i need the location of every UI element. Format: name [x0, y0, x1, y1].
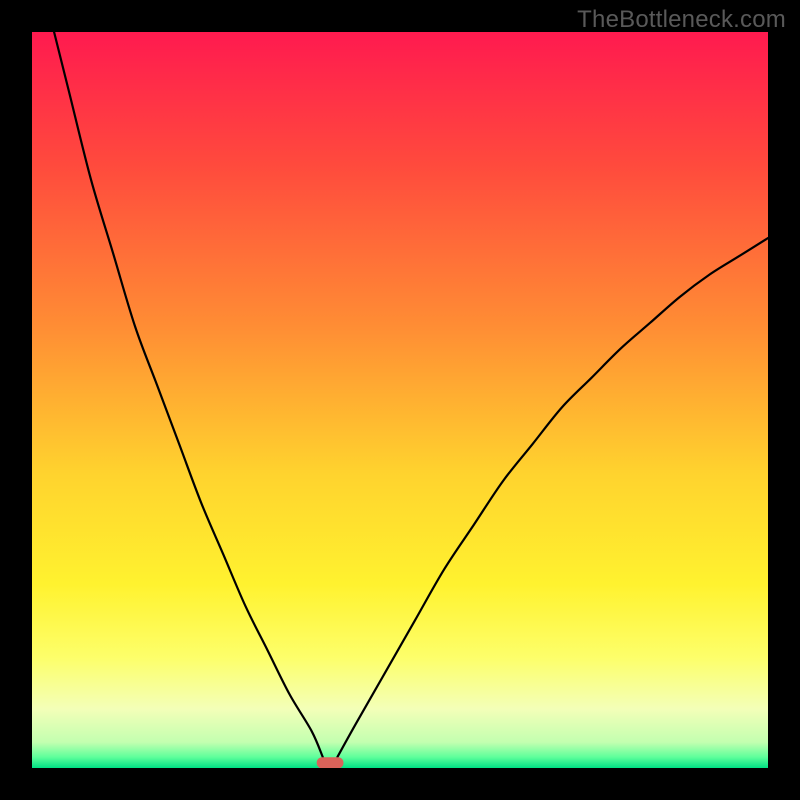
right-branch-curve: [337, 238, 768, 757]
left-branch-curve: [54, 32, 323, 757]
minimum-marker: [317, 758, 343, 768]
chart-frame: TheBottleneck.com: [0, 0, 800, 800]
plot-area: [32, 32, 768, 768]
watermark-text: TheBottleneck.com: [577, 6, 786, 34]
curves-layer: [32, 32, 768, 768]
